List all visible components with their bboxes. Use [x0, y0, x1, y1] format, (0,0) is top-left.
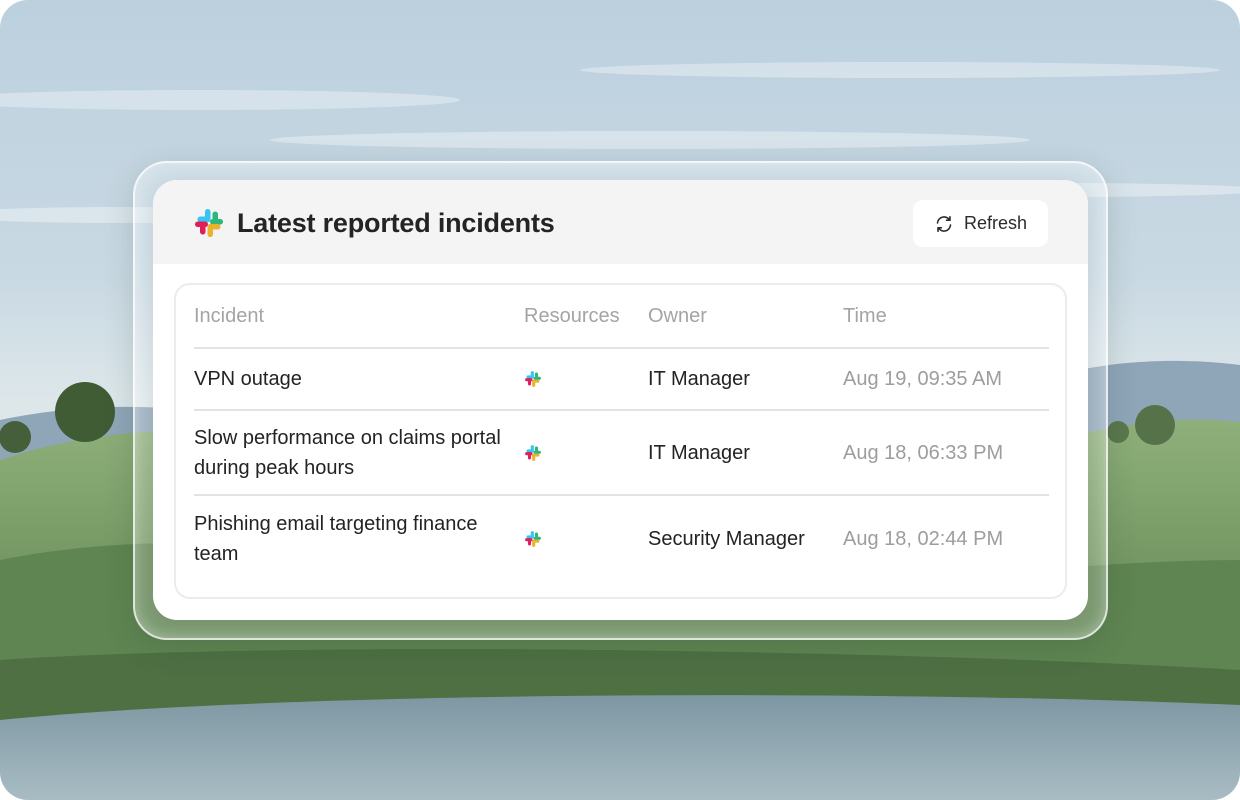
screen: Latest reported incidents Refresh Incide…: [0, 0, 1240, 800]
owner-cell: IT Manager: [648, 410, 843, 496]
slack-logo-icon: [195, 209, 223, 237]
column-header-time: Time: [843, 303, 1049, 349]
table-row[interactable]: Phishing email targeting finance team Se…: [194, 495, 1049, 582]
resources-cell: [524, 410, 648, 496]
incidents-table: Incident Resources Owner Time VPN outage: [194, 303, 1049, 582]
refresh-label: Refresh: [963, 213, 1028, 233]
time-cell: Aug 19, 09:35 AM: [843, 348, 1049, 411]
resources-cell: [524, 495, 648, 582]
incidents-table-panel: Incident Resources Owner Time VPN outage: [174, 283, 1067, 599]
incident-cell: Phishing email targeting finance team: [194, 513, 478, 565]
resources-cell: [524, 348, 648, 411]
table-row[interactable]: VPN outage IT Manager Aug 19, 09:35 AM: [194, 348, 1049, 411]
refresh-button[interactable]: Refresh: [913, 200, 1048, 247]
slack-icon[interactable]: [524, 370, 542, 388]
table-header-row: Incident Resources Owner Time: [194, 303, 1049, 349]
owner-cell: Security Manager: [648, 528, 805, 550]
column-header-resources: Resources: [524, 303, 648, 349]
column-header-owner: Owner: [648, 303, 843, 349]
incidents-card: Latest reported incidents Refresh Incide…: [153, 180, 1088, 620]
incident-cell: Slow performance on claims portal during…: [194, 410, 524, 496]
card-header: Latest reported incidents Refresh: [153, 180, 1088, 264]
incident-cell: VPN outage: [194, 348, 524, 411]
slack-icon[interactable]: [524, 530, 542, 548]
column-header-incident: Incident: [194, 303, 524, 349]
table-row[interactable]: Slow performance on claims portal during…: [194, 410, 1049, 496]
owner-cell: IT Manager: [648, 348, 843, 411]
slack-icon[interactable]: [524, 444, 542, 462]
time-cell: Aug 18, 02:44 PM: [843, 528, 1004, 550]
refresh-icon: [936, 215, 952, 232]
time-cell: Aug 18, 06:33 PM: [843, 410, 1049, 496]
card-title: Latest reported incidents: [237, 208, 555, 238]
